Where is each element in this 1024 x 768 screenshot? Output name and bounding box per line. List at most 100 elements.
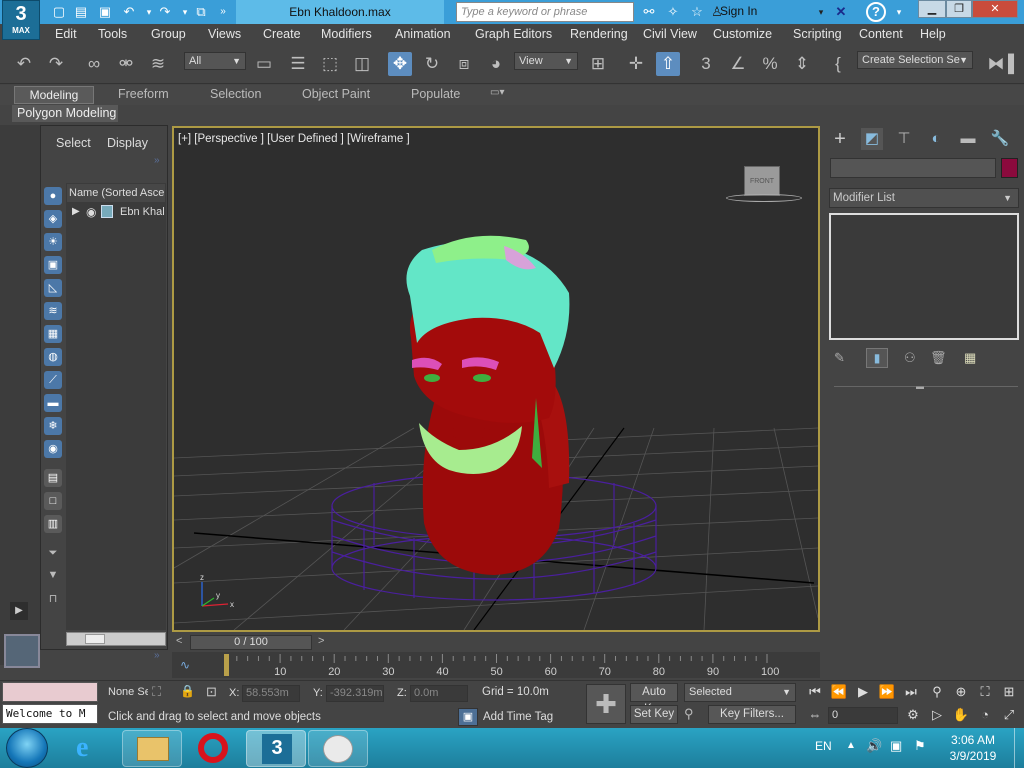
sort-filter-icon[interactable]: ⏷: [44, 544, 62, 562]
undo-tool-icon[interactable]: ↶: [12, 52, 36, 76]
menu-tools[interactable]: Tools: [98, 27, 127, 41]
help-dropdown-icon[interactable]: ▾: [890, 3, 908, 21]
filter-hidden-icon[interactable]: ◉: [44, 440, 62, 458]
filter-shapes-icon[interactable]: ◈: [44, 210, 62, 228]
menu-civil-view[interactable]: Civil View: [643, 27, 697, 41]
menu-create[interactable]: Create: [263, 27, 301, 41]
viewport-layout-icon[interactable]: [4, 634, 40, 668]
hierarchy-tab-icon[interactable]: ⊤: [893, 128, 915, 150]
expand-arrow-icon[interactable]: ▶: [72, 206, 80, 217]
scene-tab-select[interactable]: Select: [56, 136, 91, 150]
pan-view-icon[interactable]: ✋: [952, 707, 970, 723]
snaps-toggle-icon[interactable]: 3: [694, 52, 718, 76]
action-center-flag-icon[interactable]: ⚑: [914, 738, 926, 754]
isolate-selection-icon[interactable]: ⛶: [152, 684, 161, 700]
key-filters-button[interactable]: Key Filters...: [708, 705, 796, 724]
auto-key-button[interactable]: Auto Key: [630, 683, 678, 715]
next-frame-icon[interactable]: ⏩: [878, 684, 896, 700]
sign-in-dropdown-icon[interactable]: ▾: [812, 3, 830, 21]
time-configuration-icon[interactable]: ⚙: [904, 707, 922, 723]
search-input[interactable]: Type a keyword or phrase: [456, 2, 634, 22]
pivot-center-icon[interactable]: ⊞: [586, 52, 610, 76]
maximize-button[interactable]: ❐: [946, 0, 972, 18]
tab-populate[interactable]: Populate: [411, 87, 460, 101]
zoom-extents-all-icon[interactable]: ⊞: [1000, 684, 1018, 700]
save-file-icon[interactable]: ▣: [96, 3, 114, 21]
select-manipulate-icon[interactable]: ✛: [624, 52, 648, 76]
select-and-rotate-icon[interactable]: ↻: [420, 52, 444, 76]
percent-snap-icon[interactable]: %: [758, 52, 782, 76]
layer-icon[interactable]: ⊓: [44, 590, 62, 608]
help-icon[interactable]: ?: [866, 2, 886, 22]
set-keys-icon[interactable]: ✚: [586, 684, 626, 724]
go-to-end-icon[interactable]: ⏭: [902, 684, 920, 700]
filter-containers-icon[interactable]: ▬: [44, 394, 62, 412]
modify-tab-icon[interactable]: ◩: [861, 128, 883, 150]
go-to-start-icon[interactable]: ⏮: [806, 684, 824, 700]
spinner-snap-icon[interactable]: ⇕: [790, 52, 814, 76]
object-name-field[interactable]: [830, 158, 996, 178]
minimize-button[interactable]: ▁: [918, 0, 946, 18]
scene-tab-display[interactable]: Display: [107, 136, 148, 150]
sign-in-link[interactable]: Sign In: [720, 4, 757, 18]
3ds-max-taskbar-icon[interactable]: 3: [246, 730, 306, 767]
binoculars-icon[interactable]: ⚯: [640, 3, 658, 21]
bind-space-warp-icon[interactable]: ≋: [146, 52, 170, 76]
redo-tool-icon[interactable]: ↷: [44, 52, 68, 76]
menu-customize[interactable]: Customize: [713, 27, 772, 41]
file-explorer-icon[interactable]: [122, 730, 182, 767]
orbit-icon[interactable]: ◔: [976, 707, 994, 722]
add-time-tag[interactable]: Add Time Tag: [483, 711, 553, 723]
volume-icon[interactable]: 🔊: [866, 738, 882, 754]
subscription-icon[interactable]: ✧: [664, 3, 682, 21]
scene-expand-icon[interactable]: »: [154, 155, 160, 166]
menu-rendering[interactable]: Rendering: [570, 27, 628, 41]
viewcube-ring[interactable]: [726, 194, 802, 202]
y-coordinate-field[interactable]: -392.319m: [326, 685, 384, 702]
set-key-button[interactable]: Set Key: [630, 705, 678, 724]
undo-icon[interactable]: ↶: [120, 3, 138, 21]
z-coordinate-field[interactable]: 0.0m: [410, 685, 468, 702]
rollout-handle-icon[interactable]: ▬: [916, 382, 924, 391]
time-tag-icon[interactable]: ▣: [458, 708, 478, 726]
windows-start-button[interactable]: [6, 728, 48, 768]
opera-icon[interactable]: [184, 730, 244, 767]
show-desktop-button[interactable]: [1014, 728, 1024, 768]
tab-object-paint[interactable]: Object Paint: [302, 87, 370, 101]
close-button[interactable]: ✕: [972, 0, 1018, 18]
exchange-icon[interactable]: ✕: [832, 3, 850, 21]
mirror-icon[interactable]: ⧓: [984, 52, 1008, 76]
more-tools-icon[interactable]: »: [214, 3, 232, 21]
utilities-tab-icon[interactable]: 🔧: [989, 128, 1011, 150]
key-mode-dropdown[interactable]: Selected ▼: [684, 683, 796, 702]
polygon-modeling-panel[interactable]: Polygon Modeling: [12, 105, 118, 122]
internet-explorer-icon[interactable]: e: [60, 730, 120, 767]
filter-cameras-icon[interactable]: ▣: [44, 256, 62, 274]
display-all-icon[interactable]: ▤: [44, 469, 62, 487]
show-end-result-icon[interactable]: ▮: [866, 348, 888, 368]
edit-named-selection-icon[interactable]: {: [826, 52, 850, 76]
show-hidden-icons[interactable]: ▲: [846, 740, 856, 751]
zoom-extents-icon[interactable]: ⛶: [976, 684, 994, 700]
time-slider[interactable]: 0 / 100: [190, 635, 312, 650]
field-of-view-icon[interactable]: ▷: [928, 707, 946, 723]
menu-scripting[interactable]: Scripting: [793, 27, 842, 41]
filter-helpers-icon[interactable]: ◺: [44, 279, 62, 297]
previous-frame-icon[interactable]: ⏪: [830, 684, 848, 700]
menu-animation[interactable]: Animation: [395, 27, 451, 41]
zoom-icon[interactable]: ⚲: [928, 684, 946, 700]
project-folder-icon[interactable]: ⧉: [192, 3, 210, 21]
rectangular-selection-icon[interactable]: ⬚: [318, 52, 342, 76]
open-file-icon[interactable]: ▤: [72, 3, 90, 21]
menu-content[interactable]: Content: [859, 27, 903, 41]
filter-space-warps-icon[interactable]: ≋: [44, 302, 62, 320]
filter-funnel-icon[interactable]: ▼: [44, 566, 62, 584]
selection-lock-icon[interactable]: 🔒: [180, 684, 195, 698]
menu-edit[interactable]: Edit: [55, 27, 77, 41]
create-tab-icon[interactable]: +: [829, 128, 851, 150]
select-and-scale-icon[interactable]: ⧈: [452, 52, 476, 76]
motion-tab-icon[interactable]: ◐: [925, 128, 947, 150]
tab-selection[interactable]: Selection: [210, 87, 261, 101]
paint-icon[interactable]: [308, 730, 368, 767]
track-bar[interactable]: ∿ 10 20 30 40 50 60 70 80 90 100: [172, 652, 820, 678]
